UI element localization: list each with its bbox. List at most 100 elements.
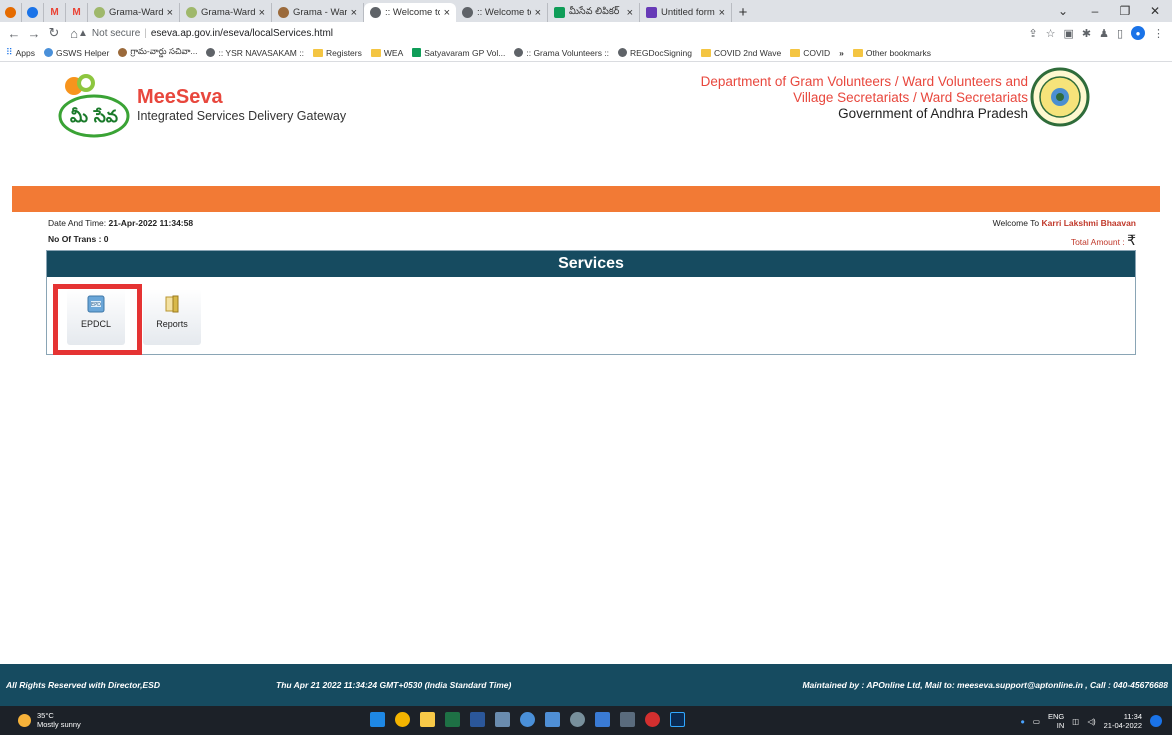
globe-icon	[462, 7, 473, 18]
excel-icon[interactable]	[445, 712, 460, 727]
bookmark-apps[interactable]: ⠿ Apps	[6, 47, 35, 58]
divider: |	[144, 27, 147, 39]
transactions-label: No Of Trans	[48, 234, 97, 244]
site-icon	[118, 48, 128, 57]
forms-icon	[646, 7, 657, 18]
weather-temp: 35°C	[37, 711, 54, 720]
bookmark-grama[interactable]: గ్రామ-వార్డు సచివా...	[118, 46, 197, 59]
notification-icon[interactable]	[1150, 715, 1162, 727]
bookmark-registers[interactable]: Registers	[312, 47, 362, 58]
browser-window: M M Grama-Ward S × Grama-Ward S × Grama - …	[0, 0, 1172, 735]
settings-gear-icon[interactable]	[570, 712, 585, 727]
network-icon[interactable]: ◫	[1072, 717, 1079, 726]
epdcl-highlight-box	[53, 284, 142, 355]
share-icon[interactable]: ⇪	[1028, 27, 1037, 40]
reports-tile[interactable]: Reports	[143, 289, 201, 345]
app-icon[interactable]	[520, 712, 535, 727]
tab-untitled-form[interactable]: Untitled form ×	[640, 3, 732, 22]
bookmark-ysr[interactable]: :: YSR NAVASAKAM ::	[206, 48, 304, 58]
tab-grama-ward-2[interactable]: Grama-Ward S ×	[180, 3, 272, 22]
tab-meeseva-telugu[interactable]: మీసేవ లిపికర్ ×	[548, 3, 640, 22]
welcome-user-name: Karri Lakshmi Bhaavan	[1041, 218, 1136, 228]
minimize-button[interactable]: –	[1080, 0, 1110, 22]
close-icon[interactable]: ×	[167, 7, 173, 19]
extension-icon[interactable]: ▣	[1063, 27, 1073, 40]
close-icon[interactable]: ×	[535, 7, 541, 19]
close-icon[interactable]: ×	[719, 7, 725, 19]
bookmark-covid[interactable]: COVID	[790, 48, 830, 58]
reload-icon[interactable]: ↻	[44, 23, 64, 43]
globe-icon	[370, 7, 381, 18]
back-arrow-icon[interactable]: ←	[4, 23, 24, 43]
warning-icon: ▲	[78, 27, 88, 39]
bookmark-satyavaram[interactable]: Satyavaram GP Vol...	[412, 48, 505, 58]
total-amount-row: Total Amount : ₹	[1071, 232, 1136, 249]
sidepanel-icon[interactable]: ▯	[1117, 27, 1123, 40]
url-input[interactable]: ▲ Not secure | eseva.ap.gov.in/eseva/loc…	[78, 25, 938, 41]
tab-1[interactable]	[0, 3, 22, 22]
bluetooth-icon[interactable]: ●	[1020, 717, 1025, 726]
tab-grama-ward-1[interactable]: Grama-Ward S ×	[88, 3, 180, 22]
profile-avatar[interactable]: ●	[1131, 26, 1145, 40]
calculator-icon[interactable]	[620, 712, 635, 727]
bookmark-star-icon[interactable]: ☆	[1046, 27, 1056, 40]
bookmark-label: GSWS Helper	[55, 47, 110, 58]
tab-gmail-2[interactable]: M	[66, 3, 88, 22]
close-icon[interactable]: ×	[351, 7, 357, 19]
bookmark-gsws[interactable]: GSWS Helper	[43, 47, 110, 58]
file-explorer-icon[interactable]	[420, 712, 435, 727]
address-bar: ← → ↻ ⌂ ▲ Not secure | eseva.ap.gov.in/e…	[0, 22, 1172, 44]
bookmark-regdoc[interactable]: REGDocSigning	[618, 48, 692, 58]
bookmark-label: WEA	[383, 47, 404, 58]
bookmark-label: Registers	[325, 47, 362, 58]
bookmark-covid-2nd[interactable]: COVID 2nd Wave	[700, 47, 782, 58]
chrome-icon[interactable]	[395, 712, 410, 727]
clock[interactable]: 11:34 21-04-2022	[1104, 712, 1142, 730]
tab-gmail-1[interactable]: M	[44, 3, 66, 22]
forward-arrow-icon[interactable]: →	[24, 23, 44, 43]
folder-icon	[790, 48, 801, 57]
volume-icon[interactable]: ◁)	[1087, 717, 1095, 726]
tab-search-chevron-icon[interactable]: ⌄	[1048, 0, 1078, 22]
lang-code: ENG	[1048, 712, 1065, 721]
puzzle-icon[interactable]: ✱	[1082, 27, 1091, 40]
folder-icon	[700, 48, 711, 57]
folder-icon	[312, 48, 323, 57]
bookmarks-overflow[interactable]: »	[839, 48, 844, 58]
tab-grama-ward-3[interactable]: Grama - Ward ×	[272, 3, 364, 22]
bookmark-grama-volunteers[interactable]: :: Grama Volunteers ::	[514, 48, 609, 58]
app-icon[interactable]	[595, 712, 610, 727]
windows-start-icon[interactable]	[370, 712, 385, 727]
menu-kebab-icon[interactable]: ⋮	[1153, 27, 1164, 40]
weather-widget[interactable]: 35°C Mostly sunny	[18, 711, 81, 729]
opera-icon[interactable]	[645, 712, 660, 727]
close-icon[interactable]: ×	[627, 7, 633, 19]
other-bookmarks[interactable]: Other bookmarks	[852, 48, 931, 58]
keyboard-icon[interactable]: ▭	[1033, 717, 1040, 726]
footer-rights: All Rights Reserved with Director,ESD	[6, 680, 160, 690]
new-tab-button[interactable]: +	[732, 3, 754, 22]
tab-label: మీసేవ లిపికర్	[569, 6, 620, 17]
tab-welcome[interactable]: :: Welcome to ×	[456, 3, 548, 22]
tab-2[interactable]	[22, 3, 44, 22]
tab-welcome-active[interactable]: :: Welcome to ×	[364, 3, 456, 22]
close-icon[interactable]: ×	[444, 7, 450, 19]
close-icon[interactable]: ×	[259, 7, 265, 19]
language-indicator[interactable]: ENG IN	[1048, 712, 1064, 730]
close-window-button[interactable]: ✕	[1140, 0, 1170, 22]
orange-band	[12, 186, 1160, 212]
brand-name: MeeSeva	[137, 86, 223, 108]
bookmark-wea[interactable]: WEA	[370, 47, 404, 58]
footer-maintainer: Maintained by : APOnline Ltd, Mail to: m…	[802, 680, 1168, 690]
word-icon[interactable]	[470, 712, 485, 727]
app-icon[interactable]	[545, 712, 560, 727]
photoshop-icon[interactable]	[670, 712, 685, 727]
figure-icon[interactable]: ♟	[1099, 27, 1109, 40]
site-header: మీ సేవ MeeSeva Integrated Services Deliv…	[12, 62, 1160, 186]
chevron-double-right-icon: »	[839, 47, 844, 58]
clock-time: 11:34	[1123, 712, 1142, 721]
bookmark-label: COVID 2nd Wave	[713, 47, 782, 58]
globe-icon	[206, 48, 216, 57]
app-icon[interactable]	[495, 712, 510, 727]
restore-button[interactable]: ❐	[1110, 0, 1140, 22]
